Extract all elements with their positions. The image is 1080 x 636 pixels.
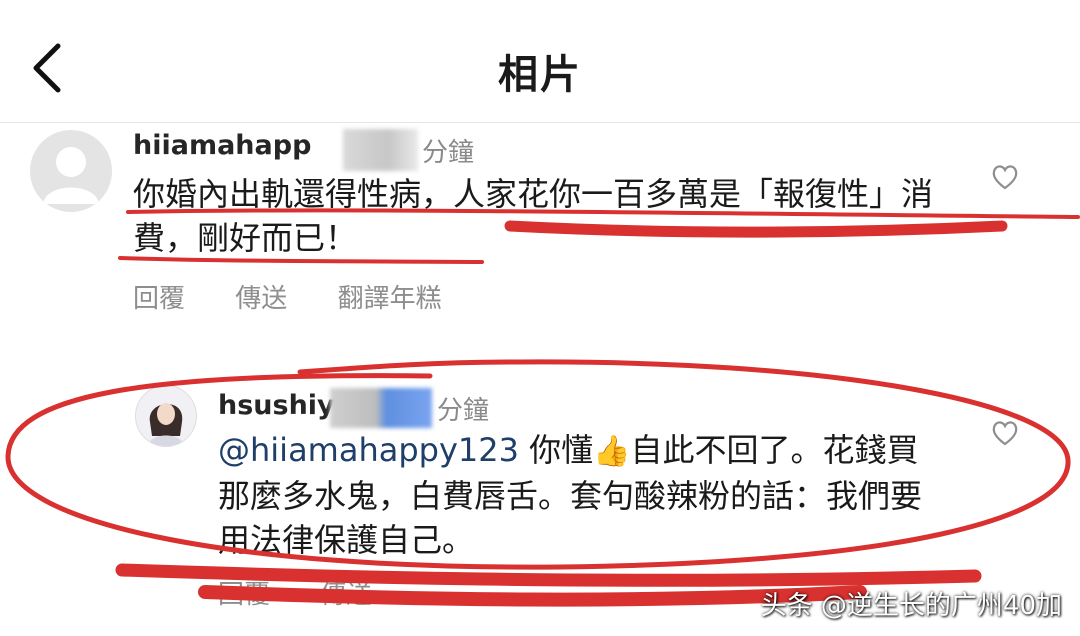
heart-icon[interactable] — [990, 418, 1020, 448]
comment-time: 分鐘 — [437, 396, 490, 426]
comment-text-part: 你懂 — [518, 431, 594, 469]
comment-actions: 回覆 傳送 — [218, 574, 414, 611]
comment-username[interactable]: hsushiy — [218, 390, 335, 421]
redacted-block — [330, 388, 432, 428]
reply-button[interactable]: 回覆 — [218, 580, 270, 610]
avatar[interactable] — [135, 385, 197, 447]
translate-button[interactable]: 翻譯年糕 — [338, 284, 442, 314]
page-title: 相片 — [498, 52, 582, 98]
mention-link[interactable]: @hiiamahappy123 — [218, 431, 519, 469]
send-button[interactable]: 傳送 — [320, 580, 372, 610]
heart-icon[interactable] — [990, 162, 1020, 192]
send-button[interactable]: 傳送 — [235, 284, 287, 314]
top-bar: 相片 — [0, 0, 1080, 123]
comment-text: 你婚內出軌還得性病，人家花你一百多萬是「報復性」消費，剛好而已！ — [133, 175, 934, 257]
redacted-block — [343, 129, 418, 171]
thumbs-up-icon: 👍 — [593, 434, 631, 469]
avatar[interactable] — [30, 130, 112, 212]
comment-actions: 回覆 傳送 翻譯年糕 — [133, 278, 484, 315]
comment-username[interactable]: hiiamahapp — [133, 130, 311, 161]
watermark: 头条 @逆生长的广州40加 — [760, 591, 1062, 621]
comment-text: @hiiamahappy123 你懂👍自此不回了。花錢買那麼多水鬼，白費唇舌。套… — [218, 428, 948, 562]
comment-time: 分鐘 — [422, 138, 475, 168]
reply-button[interactable]: 回覆 — [133, 284, 185, 314]
